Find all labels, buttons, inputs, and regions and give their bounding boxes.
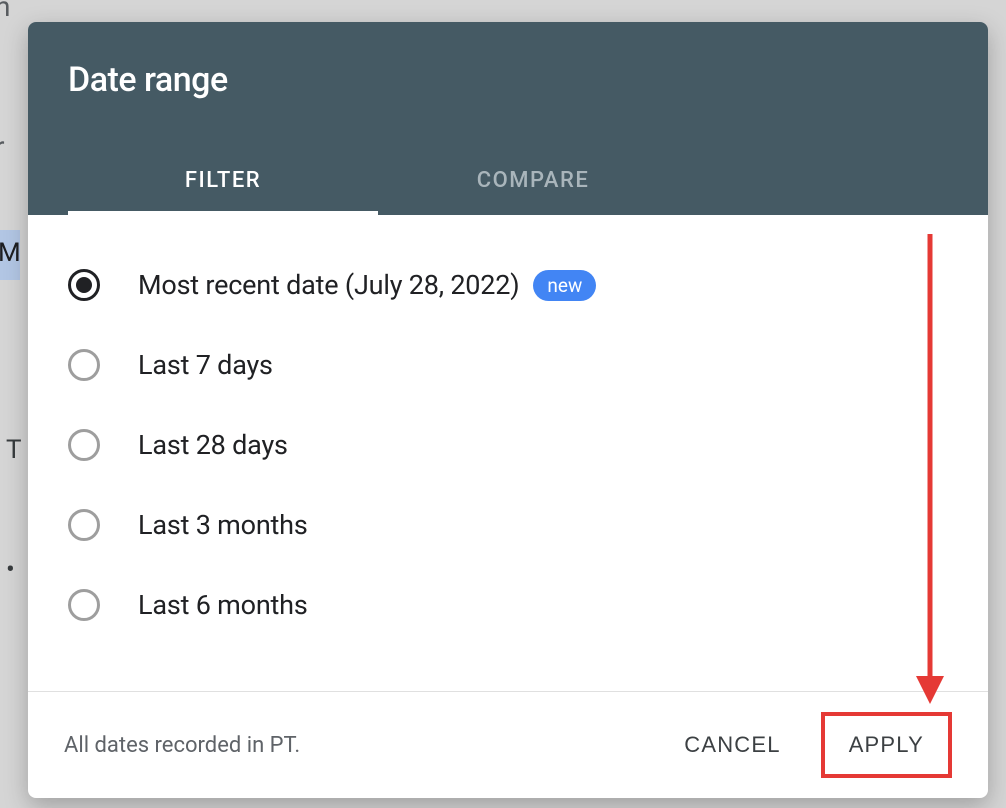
tab-compare[interactable]: COMPARE	[378, 150, 688, 215]
option-label: Last 7 days	[138, 349, 273, 381]
option-label: Last 3 months	[138, 509, 308, 541]
option-last-7-days[interactable]: Last 7 days	[68, 325, 948, 405]
modal-header: Date range FILTER COMPARE	[28, 22, 988, 215]
radio-unselected-icon	[68, 349, 100, 381]
radio-selected-icon	[68, 269, 100, 301]
modal-title: Date range	[68, 60, 948, 100]
apply-button[interactable]: APPLY	[827, 718, 946, 772]
radio-unselected-icon	[68, 509, 100, 541]
apply-highlight-annotation: APPLY	[821, 712, 952, 778]
radio-unselected-icon	[68, 589, 100, 621]
option-label: Last 6 months	[138, 589, 308, 621]
radio-unselected-icon	[68, 429, 100, 461]
option-last-28-days[interactable]: Last 28 days	[68, 405, 948, 485]
option-label: Most recent date (July 28, 2022)	[138, 269, 519, 301]
tabs-container: FILTER COMPARE	[68, 150, 948, 215]
cancel-button[interactable]: CANCEL	[662, 718, 802, 772]
new-badge: new	[533, 270, 596, 301]
option-last-6-months[interactable]: Last 6 months	[68, 565, 948, 645]
option-last-3-months[interactable]: Last 3 months	[68, 485, 948, 565]
date-range-modal: Date range FILTER COMPARE Most recent da…	[28, 22, 988, 798]
modal-body: Most recent date (July 28, 2022) new Las…	[28, 215, 988, 691]
option-most-recent-date[interactable]: Most recent date (July 28, 2022) new	[68, 245, 948, 325]
footer-note: All dates recorded in PT.	[64, 733, 300, 758]
tab-filter[interactable]: FILTER	[68, 150, 378, 215]
option-label: Last 28 days	[138, 429, 288, 461]
modal-footer: All dates recorded in PT. CANCEL APPLY	[28, 691, 988, 798]
footer-buttons: CANCEL APPLY	[662, 712, 952, 778]
